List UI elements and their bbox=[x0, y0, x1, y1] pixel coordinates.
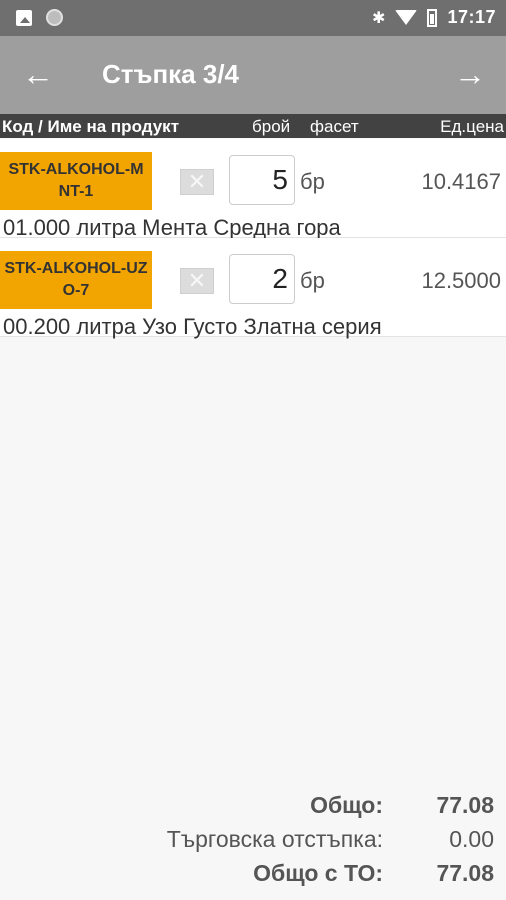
table-header: Код / Име на продукт брой фасет Ед.цена bbox=[0, 114, 506, 138]
page-title: Стъпка 3/4 bbox=[102, 59, 240, 89]
header-facet: фасет bbox=[310, 117, 359, 136]
total-with-discount-value: 77.08 bbox=[436, 860, 494, 886]
product-code-badge: STK-ALKOHOL-MNT-1 bbox=[0, 152, 152, 210]
wifi-icon bbox=[395, 10, 418, 25]
total-label: Общо: bbox=[310, 792, 383, 818]
total-value: 77.08 bbox=[436, 792, 494, 818]
discount-value: 0.00 bbox=[449, 826, 494, 852]
quantity-input[interactable]: 2 bbox=[229, 254, 295, 304]
status-time: 17:17 bbox=[447, 7, 496, 27]
unit-label: бр bbox=[300, 169, 325, 194]
arrow-left-icon[interactable]: ← bbox=[22, 56, 54, 92]
circle-notification-icon bbox=[46, 9, 63, 26]
product-name: 00.200 литра Узо Густо Златна серия bbox=[3, 314, 382, 339]
bluetooth-icon: ✱ bbox=[372, 9, 386, 27]
delete-checkbox[interactable]: ✕ bbox=[180, 268, 214, 294]
close-icon: ✕ bbox=[187, 169, 207, 194]
arrow-right-icon[interactable]: → bbox=[454, 56, 486, 92]
header-price: Ед.цена bbox=[440, 117, 504, 136]
table-row[interactable]: STK-ALKOHOL-UZO-7 ✕ 2 бр 12.5000 00.200 … bbox=[0, 238, 506, 339]
quantity-input[interactable]: 5 bbox=[229, 155, 295, 205]
unit-price: 12.5000 bbox=[421, 268, 501, 293]
battery-icon bbox=[427, 8, 438, 27]
header-code: Код / Име на продукт bbox=[2, 117, 180, 136]
unit-label: бр bbox=[300, 268, 325, 293]
app-bar: ← Стъпка 3/4 → bbox=[0, 36, 506, 114]
status-bar: ✱ 17:17 bbox=[0, 0, 506, 36]
header-qty: брой bbox=[252, 117, 291, 136]
discount-label: Търговска отстъпка: bbox=[166, 826, 383, 852]
delete-checkbox[interactable]: ✕ bbox=[180, 169, 214, 195]
close-icon: ✕ bbox=[187, 268, 207, 293]
table-row[interactable]: STK-ALKOHOL-MNT-1 ✕ 5 бр 10.4167 01.000 … bbox=[0, 139, 506, 240]
unit-price: 10.4167 bbox=[421, 169, 501, 194]
product-code-badge: STK-ALKOHOL-UZO-7 bbox=[0, 251, 152, 309]
image-notification-icon bbox=[16, 9, 32, 26]
total-with-discount-label: Общо с ТО: bbox=[253, 860, 383, 886]
